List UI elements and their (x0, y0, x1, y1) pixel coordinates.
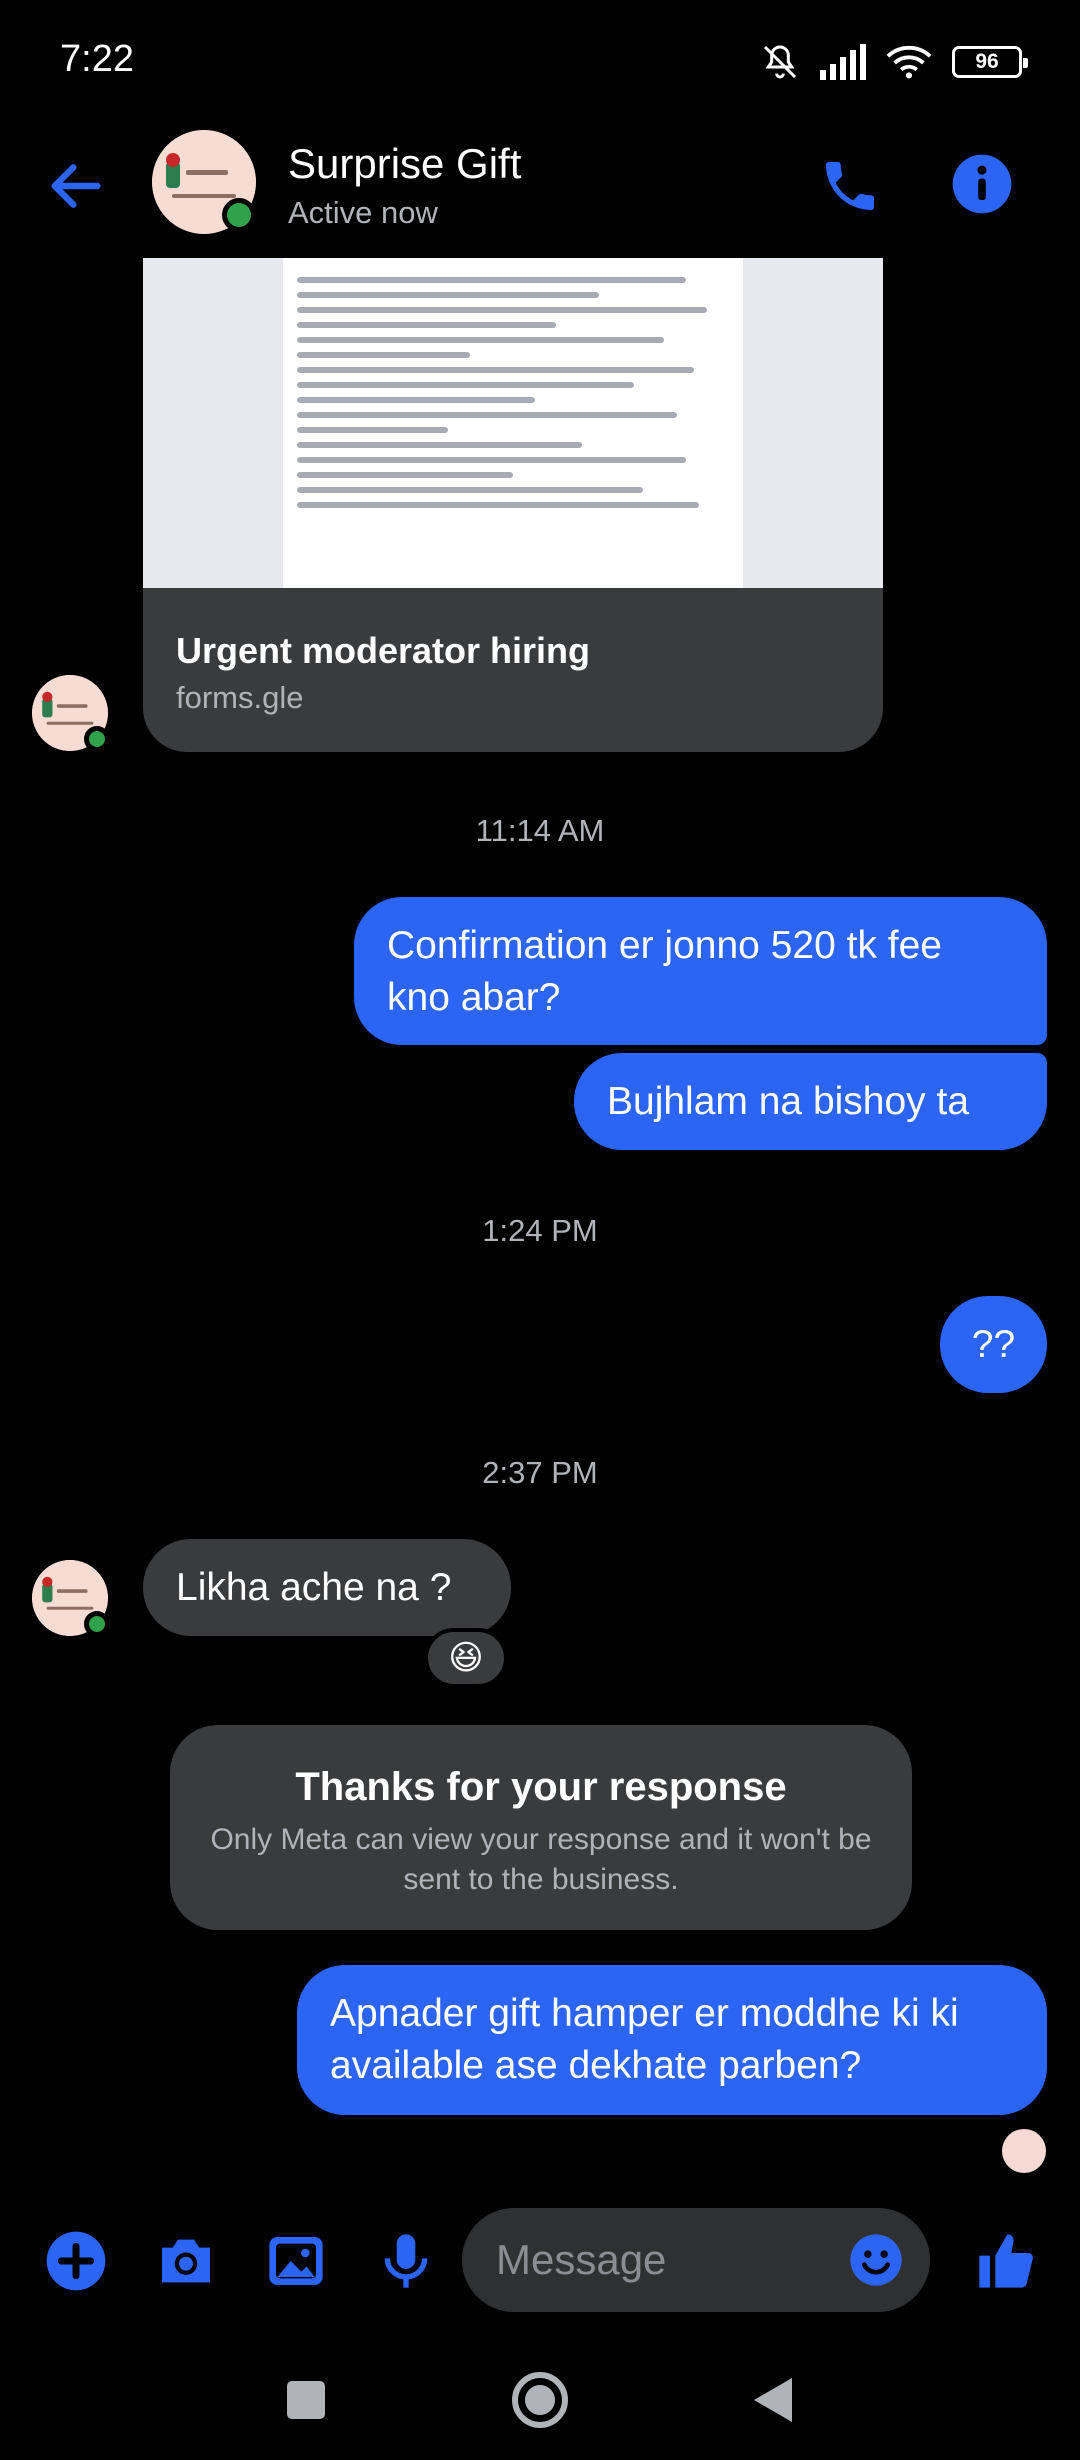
notice-body: Only Meta can view your response and it … (210, 1823, 872, 1896)
status-icons: 96 (760, 42, 1028, 82)
nav-home-icon[interactable] (508, 2368, 572, 2432)
link-title: Urgent moderator hiring (176, 630, 591, 671)
message-box (462, 2208, 930, 2312)
online-indicator (84, 726, 110, 752)
back-arrow-icon[interactable] (44, 154, 108, 218)
message-bubble-incoming[interactable]: Likha ache na ? (143, 1539, 511, 1636)
microphone-icon[interactable] (374, 2229, 438, 2293)
document-thumbnail (283, 258, 743, 588)
plus-icon[interactable] (44, 2229, 108, 2293)
emoji-icon[interactable] (848, 2232, 904, 2288)
message-bubble-outgoing[interactable]: ?? (940, 1296, 1047, 1393)
status-time: 7:22 (60, 38, 134, 80)
signal-icon (820, 44, 866, 80)
nav-back-icon[interactable] (742, 2368, 806, 2432)
message-input[interactable] (496, 2208, 836, 2312)
active-status: Active now (288, 195, 438, 230)
notice-title: Thanks for your response (295, 1765, 787, 1809)
status-bar: 7:22 96 (0, 0, 1080, 130)
message-bubble-outgoing[interactable]: Confirmation er jonno 520 tk fee kno aba… (354, 897, 1047, 1045)
battery-icon: 96 (952, 46, 1028, 78)
wifi-icon (886, 46, 932, 79)
message-bubble-outgoing[interactable]: Apnader gift hamper er moddhe ki ki avai… (297, 1965, 1047, 2115)
thumbs-up-icon[interactable] (974, 2229, 1038, 2293)
mute-icon (763, 45, 797, 79)
system-nav-bar (0, 2340, 1080, 2460)
info-icon[interactable] (950, 152, 1014, 216)
link-preview-image (143, 258, 883, 588)
gallery-icon[interactable] (264, 2229, 328, 2293)
seen-indicator-avatar (1002, 2129, 1046, 2173)
timestamp: 1:24 PM (482, 1213, 598, 1248)
phone-icon[interactable] (818, 154, 882, 218)
message-reaction[interactable]: 😆 (424, 1628, 508, 1688)
response-notice: Thanks for your response Only Meta can v… (170, 1725, 912, 1930)
nav-square-icon[interactable] (274, 2368, 338, 2432)
timestamp: 2:37 PM (482, 1455, 598, 1490)
online-indicator (84, 1611, 110, 1637)
page-title[interactable]: Surprise Gift (288, 140, 521, 188)
online-indicator (222, 198, 256, 232)
camera-icon[interactable] (154, 2229, 218, 2293)
link-domain: forms.gle (176, 680, 304, 715)
timestamp: 11:14 AM (475, 813, 605, 848)
chat-header: Surprise Gift Active now (0, 130, 1080, 255)
message-bubble-outgoing[interactable]: Bujhlam na bishoy ta (574, 1053, 1047, 1150)
link-preview-card[interactable]: Urgent moderator hiring forms.gle (143, 258, 883, 752)
